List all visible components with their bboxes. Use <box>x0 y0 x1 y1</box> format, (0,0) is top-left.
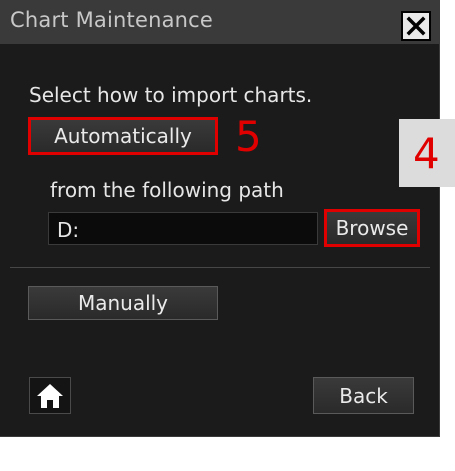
dialog-title: Chart Maintenance <box>10 8 214 32</box>
manually-label: Manually <box>77 291 169 315</box>
annotation-5: 5 <box>235 112 262 161</box>
automatically-label: Automatically <box>54 124 192 148</box>
manually-button[interactable]: Manually <box>28 286 218 320</box>
title-bar: Chart Maintenance <box>0 0 440 44</box>
divider <box>10 267 430 268</box>
annotation-4: 4 <box>413 129 440 178</box>
path-value: D: <box>57 218 80 242</box>
chart-maintenance-dialog: Chart Maintenance Select how to import c… <box>0 0 440 437</box>
home-icon <box>37 383 63 408</box>
callout-box-4: 4 <box>399 119 455 187</box>
back-label: Back <box>339 383 388 408</box>
close-icon <box>406 16 426 36</box>
browse-label: Browse <box>335 216 409 240</box>
automatically-button[interactable]: Automatically <box>28 117 218 155</box>
back-button[interactable]: Back <box>313 377 414 414</box>
home-button[interactable] <box>29 377 71 414</box>
close-button[interactable] <box>401 11 431 41</box>
browse-button[interactable]: Browse <box>324 209 420 247</box>
path-input[interactable]: D: <box>48 212 318 245</box>
path-caption: from the following path <box>50 178 284 202</box>
instruction-text: Select how to import charts. <box>29 83 313 107</box>
